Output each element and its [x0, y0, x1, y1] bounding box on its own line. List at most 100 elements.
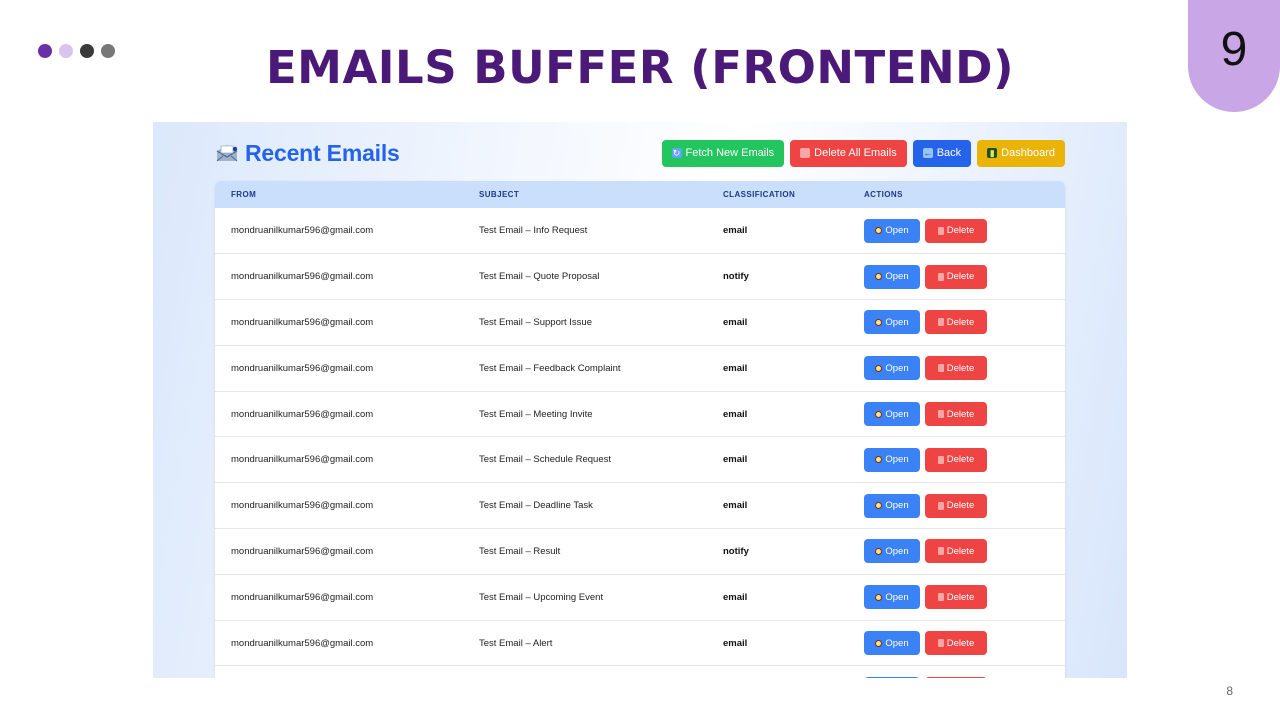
open-button[interactable]: Open	[864, 539, 920, 564]
header-from: FROM	[231, 190, 257, 199]
delete-button[interactable]: Delete	[925, 539, 987, 564]
trash-icon	[937, 318, 944, 327]
delete-button[interactable]: Delete	[925, 585, 987, 610]
open-label: Open	[885, 500, 909, 512]
subject-cell: Test Email – Meeting Invite	[479, 408, 593, 420]
delete-label: Delete	[946, 271, 975, 283]
open-button[interactable]: Open	[864, 310, 920, 335]
delete-button[interactable]: Delete	[925, 218, 987, 243]
table-row[interactable]: mondruanilkumar596@gmail.com Test Email –…	[215, 529, 1065, 575]
delete-label: Delete	[946, 454, 975, 466]
delete-button[interactable]: Delete	[925, 493, 987, 518]
eye-icon	[875, 318, 883, 326]
delete-button-partial	[925, 677, 987, 678]
open-label: Open	[885, 271, 909, 283]
actions-cell: Open Delete	[848, 620, 1065, 666]
eye-icon	[875, 547, 883, 555]
slide-title: EMAILS BUFFER (FRONTEND)	[265, 41, 1015, 94]
table-row[interactable]: mondruanilkumar596@gmail.com Test Email –…	[215, 483, 1065, 529]
emails-table: FROM SUBJECT CLASSIFICATION ACTIONS mond…	[215, 181, 1065, 678]
open-label: Open	[885, 225, 909, 237]
delete-button[interactable]: Delete	[925, 356, 987, 381]
delete-label: Delete	[946, 316, 975, 328]
delete-button[interactable]: Delete	[925, 447, 987, 472]
slide-number-badge: 9	[1188, 0, 1280, 112]
delete-button[interactable]: Delete	[925, 402, 987, 427]
eye-icon	[875, 227, 883, 235]
footer-page-number: 8	[1226, 684, 1233, 698]
open-label: Open	[885, 545, 909, 557]
table-row[interactable]: mondruanilkumar596@gmail.com Test Email –…	[215, 620, 1065, 666]
back-button[interactable]: ← Back	[912, 139, 972, 167]
back-arrow-icon: ←	[922, 148, 933, 158]
actions-cell: Open Delete	[848, 391, 1065, 437]
open-label: Open	[885, 591, 909, 603]
fetch-new-emails-button[interactable]: ↻ Fetch New Emails	[661, 139, 785, 167]
open-button[interactable]: Open	[864, 264, 920, 289]
from-cell: mondruanilkumar596@gmail.com	[231, 500, 374, 512]
eye-icon	[875, 639, 883, 647]
subject-cell: Test Email – Quote Proposal	[479, 271, 600, 283]
subject-cell: Test Email – Feedback Complaint	[479, 362, 621, 374]
app-screenshot: Recent Emails ↻ Fetch New Emails Delete …	[153, 122, 1127, 678]
subject-cell: Test Email – Alert	[479, 637, 553, 649]
trash-icon	[937, 226, 944, 235]
delete-all-emails-button[interactable]: Delete All Emails	[790, 139, 907, 167]
trash-icon	[937, 547, 944, 556]
open-button[interactable]: Open	[864, 631, 920, 656]
trash-icon	[937, 272, 944, 281]
table-row[interactable]: mondruanilkumar596@gmail.com Test Email –…	[215, 345, 1065, 392]
from-cell: mondruanilkumar596@gmail.com	[231, 637, 374, 649]
open-label: Open	[885, 316, 909, 328]
inbox-tray-icon	[216, 145, 238, 162]
open-label: Open	[885, 637, 909, 649]
subject-cell: Test Email – Upcoming Event	[479, 591, 604, 603]
open-button[interactable]: Open	[864, 493, 920, 518]
from-cell: mondruanilkumar596@gmail.com	[231, 408, 374, 420]
trash-icon	[937, 455, 944, 464]
delete-button[interactable]: Delete	[925, 264, 987, 289]
eye-icon	[875, 273, 883, 281]
actions-cell: Open Delete	[848, 574, 1065, 620]
subject-cell: Test Email – Schedule Request	[479, 454, 612, 466]
classification-cell: email	[723, 362, 748, 374]
dashboard-button[interactable]: ▮ Dashboard	[977, 139, 1065, 167]
app-title: Recent Emails	[215, 140, 400, 167]
trash-icon	[937, 593, 944, 602]
subject-cell: Test Email – Result	[479, 545, 561, 557]
classification-cell: email	[723, 225, 748, 237]
header-actions: ACTIONS	[864, 190, 903, 199]
delete-label: Delete	[946, 408, 975, 420]
header-subject: SUBJECT	[479, 190, 520, 199]
actions-cell: Open Delete	[848, 208, 1065, 254]
actions-cell: Open Delete	[848, 437, 1065, 483]
open-button[interactable]: Open	[864, 356, 920, 381]
classification-cell: email	[723, 591, 748, 603]
eye-icon	[875, 593, 883, 601]
delete-button[interactable]: Delete	[925, 631, 987, 656]
open-label: Open	[885, 362, 909, 374]
trash-icon	[937, 501, 944, 510]
open-button[interactable]: Open	[864, 585, 920, 610]
table-row[interactable]: mondruanilkumar596@gmail.com Test Email –…	[215, 574, 1065, 621]
app-title-text: Recent Emails	[245, 139, 400, 166]
header-classification: CLASSIFICATION	[723, 190, 796, 199]
from-cell: mondruanilkumar596@gmail.com	[231, 316, 374, 328]
from-cell: mondruanilkumar596@gmail.com	[231, 545, 374, 557]
table-row[interactable]: mondruanilkumar596@gmail.com Test Email –…	[215, 300, 1065, 346]
app-header: Recent Emails ↻ Fetch New Emails Delete …	[215, 137, 1065, 169]
table-row[interactable]: mondruanilkumar596@gmail.com Test Email –…	[215, 437, 1065, 483]
table-row[interactable]: mondruanilkumar596@gmail.com Test Email –…	[215, 208, 1065, 254]
table-row[interactable]: mondruanilkumar596@gmail.com Test Email –…	[215, 391, 1065, 437]
toolbar: ↻ Fetch New Emails Delete All Emails ← B…	[661, 139, 1065, 167]
classification-cell: email	[723, 454, 748, 466]
delete-button[interactable]: Delete	[925, 310, 987, 335]
open-label: Open	[885, 408, 909, 420]
open-button[interactable]: Open	[864, 447, 920, 472]
delete-label: Delete	[946, 637, 975, 649]
table-row[interactable]: mondruanilkumar596@gmail.com Test Email –…	[215, 254, 1065, 300]
open-button[interactable]: Open	[864, 402, 920, 427]
open-button[interactable]: Open	[864, 218, 920, 243]
trash-icon	[800, 148, 811, 158]
delete-label: Delete	[946, 500, 975, 512]
